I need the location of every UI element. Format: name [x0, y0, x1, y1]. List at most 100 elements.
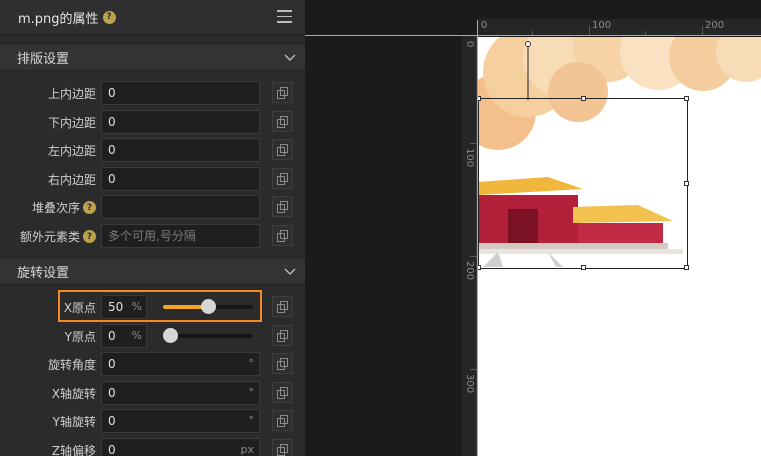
padding-bottom-input[interactable]: 0	[101, 110, 260, 134]
copy-icon	[277, 87, 288, 99]
y-origin-input[interactable]: 0 %	[101, 324, 147, 348]
row-padding-bottom: 下内边距 0	[0, 110, 305, 134]
copy-button[interactable]	[272, 439, 293, 456]
canvas-gutter	[305, 0, 477, 456]
copy-button[interactable]	[272, 410, 293, 431]
z-offset-value: 0	[108, 443, 116, 456]
chevron-down-icon	[284, 268, 296, 275]
resize-handle[interactable]	[684, 265, 689, 270]
extra-class-label: 额外元素类?	[20, 228, 96, 245]
copy-icon	[277, 116, 288, 128]
z-index-label: 堆叠次序?	[32, 199, 96, 216]
padding-right-label: 右内边距	[47, 173, 96, 187]
z-index-label-text: 堆叠次序	[31, 201, 80, 215]
help-icon[interactable]: ?	[83, 201, 96, 214]
x-origin-slider[interactable]	[163, 299, 253, 314]
padding-left-input[interactable]: 0	[101, 138, 260, 162]
help-icon[interactable]: ?	[83, 230, 96, 243]
row-padding-top: 上内边距 0	[0, 81, 305, 105]
copy-button[interactable]	[272, 168, 293, 189]
z-offset-label: Z轴偏移	[51, 444, 96, 456]
z-offset-unit: px	[240, 443, 255, 456]
section-layout-header[interactable]: 排版设置	[0, 43, 305, 71]
copy-icon	[277, 415, 288, 427]
help-icon[interactable]: ?	[102, 10, 116, 24]
extra-class-label-text: 额外元素类	[19, 230, 80, 244]
x-rotation-unit: °	[248, 386, 255, 399]
ruler-left-label: 300	[464, 374, 475, 394]
y-origin-value: 0	[108, 329, 116, 343]
copy-button[interactable]	[272, 225, 293, 246]
ruler-left: 0 100 200 300	[462, 36, 477, 456]
ruler-left-label: 100	[464, 148, 475, 168]
copy-icon	[277, 444, 288, 456]
ruler-top-label: 100	[592, 20, 612, 31]
slider-knob[interactable]	[201, 299, 216, 314]
menu-icon[interactable]	[277, 10, 292, 23]
guide-line-horizontal[interactable]	[305, 35, 761, 36]
resize-handle[interactable]	[581, 265, 586, 270]
selection-box[interactable]	[476, 96, 689, 270]
row-rotation-angle: 旋转角度 0 °	[0, 352, 305, 376]
copy-button[interactable]	[272, 296, 293, 317]
copy-icon	[277, 358, 288, 370]
row-z-index: 堆叠次序?	[0, 195, 305, 219]
copy-icon	[277, 173, 288, 185]
x-origin-label: X原点	[63, 301, 96, 315]
section-rotation-title: 旋转设置	[17, 265, 70, 281]
chevron-down-icon	[284, 54, 296, 61]
copy-button[interactable]	[272, 353, 293, 374]
panel-title: m.png的属性	[18, 11, 99, 27]
rotation-angle-label: 旋转角度	[47, 358, 96, 372]
copy-icon	[277, 230, 288, 242]
y-rotation-unit: °	[248, 414, 255, 427]
rotate-handle[interactable]	[523, 40, 533, 102]
ruler-top-label: 200	[705, 20, 725, 31]
ruler-top-label: 0	[481, 20, 488, 31]
rotation-angle-value: 0	[108, 357, 116, 371]
y-rotation-input[interactable]: 0 °	[101, 409, 260, 433]
rotation-angle-input[interactable]: 0 °	[101, 352, 260, 376]
padding-right-input[interactable]: 0	[101, 167, 260, 191]
resize-handle[interactable]	[684, 96, 689, 101]
resize-handle[interactable]	[581, 96, 586, 101]
ruler-left-label: 200	[464, 261, 475, 281]
padding-left-label: 左内边距	[47, 144, 96, 158]
rotation-angle-unit: °	[248, 357, 255, 370]
x-origin-value: 50	[108, 300, 124, 314]
row-y-rotation: Y轴旋转 0 °	[0, 409, 305, 433]
row-extra-class: 额外元素类? 多个可用,号分隔	[0, 224, 305, 248]
y-origin-unit: %	[131, 329, 142, 342]
row-x-origin: X原点 50 %	[0, 295, 305, 319]
ruler-top: 0 100 200	[477, 19, 761, 36]
z-offset-input[interactable]: 0 px	[101, 438, 260, 456]
y-origin-slider[interactable]	[163, 328, 253, 343]
copy-button[interactable]	[272, 196, 293, 217]
x-origin-input[interactable]: 50 %	[101, 295, 147, 319]
row-padding-left: 左内边距 0	[0, 138, 305, 162]
copy-button[interactable]	[272, 111, 293, 132]
copy-button[interactable]	[272, 139, 293, 160]
extra-class-input[interactable]: 多个可用,号分隔	[101, 224, 260, 248]
x-rotation-input[interactable]: 0 °	[101, 381, 260, 405]
y-rotation-value: 0	[108, 414, 116, 428]
x-rotation-value: 0	[108, 386, 116, 400]
slider-knob[interactable]	[163, 328, 178, 343]
padding-top-label: 上内边距	[47, 87, 96, 101]
guide-line-vertical[interactable]	[477, 20, 478, 456]
resize-handle[interactable]	[684, 181, 689, 186]
properties-panel: m.png的属性 ? 排版设置 上内边距 0 下内边距 0 左内边距 0 右内边…	[0, 0, 305, 456]
copy-button[interactable]	[272, 82, 293, 103]
copy-icon	[277, 330, 288, 342]
y-origin-label: Y原点	[64, 330, 96, 344]
padding-top-input[interactable]: 0	[101, 81, 260, 105]
row-y-origin: Y原点 0 %	[0, 324, 305, 348]
copy-button[interactable]	[272, 382, 293, 403]
x-origin-unit: %	[131, 300, 142, 313]
copy-icon	[277, 144, 288, 156]
z-index-input[interactable]	[101, 195, 260, 219]
section-rotation-header[interactable]: 旋转设置	[0, 257, 305, 285]
copy-icon	[277, 201, 288, 213]
copy-button[interactable]	[272, 325, 293, 346]
copy-icon	[277, 301, 288, 313]
